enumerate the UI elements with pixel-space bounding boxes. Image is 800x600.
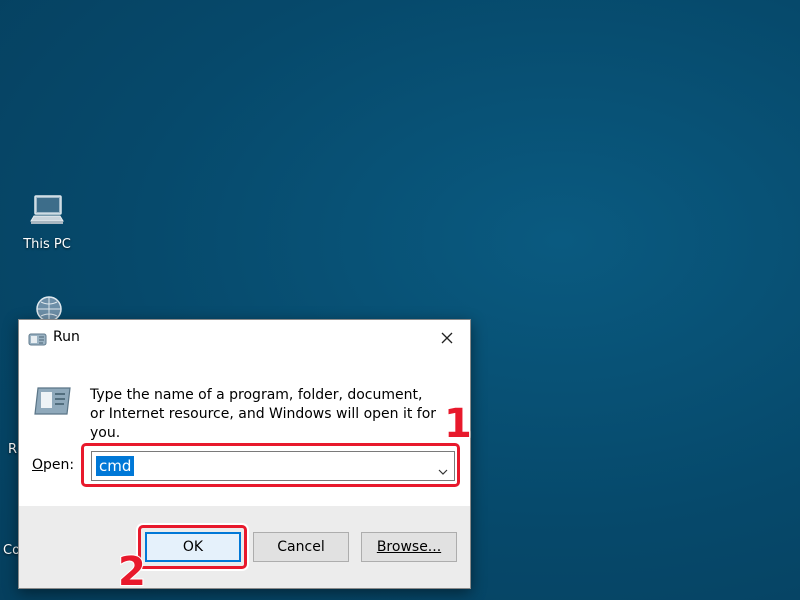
partial-desktop-label: R (8, 442, 18, 457)
ok-button-highlight (138, 525, 247, 569)
browse-button-label: Browse... (376, 539, 442, 555)
dialog-body: Type the name of a program, folder, docu… (19, 356, 470, 506)
desktop: This PC R Co Run Type the name of a prog… (0, 0, 800, 600)
open-field-highlight (81, 443, 460, 487)
run-program-icon (32, 384, 74, 422)
close-button[interactable] (424, 320, 470, 356)
dialog-description: Type the name of a program, folder, docu… (90, 387, 437, 441)
dialog-title: Run (53, 329, 80, 345)
title-bar[interactable]: Run (19, 320, 470, 356)
browse-button[interactable]: Browse... (361, 532, 457, 562)
run-dialog: Run Type the name of a program, folder, … (18, 319, 471, 589)
step-1-marker: 1 (443, 401, 473, 447)
computer-icon (27, 195, 67, 235)
step-2-marker: 2 (117, 549, 147, 595)
close-icon (441, 329, 453, 348)
open-label-rest: pen: (43, 457, 75, 473)
open-field-label: Open: (32, 457, 74, 473)
run-icon (28, 332, 48, 351)
this-pc-label: This PC (23, 237, 71, 252)
cancel-button[interactable]: Cancel (253, 532, 349, 562)
this-pc-desktop-icon[interactable]: This PC (7, 193, 87, 252)
open-label-accesskey: O (32, 457, 44, 473)
dialog-footer: OK Cancel Browse... (19, 506, 470, 588)
